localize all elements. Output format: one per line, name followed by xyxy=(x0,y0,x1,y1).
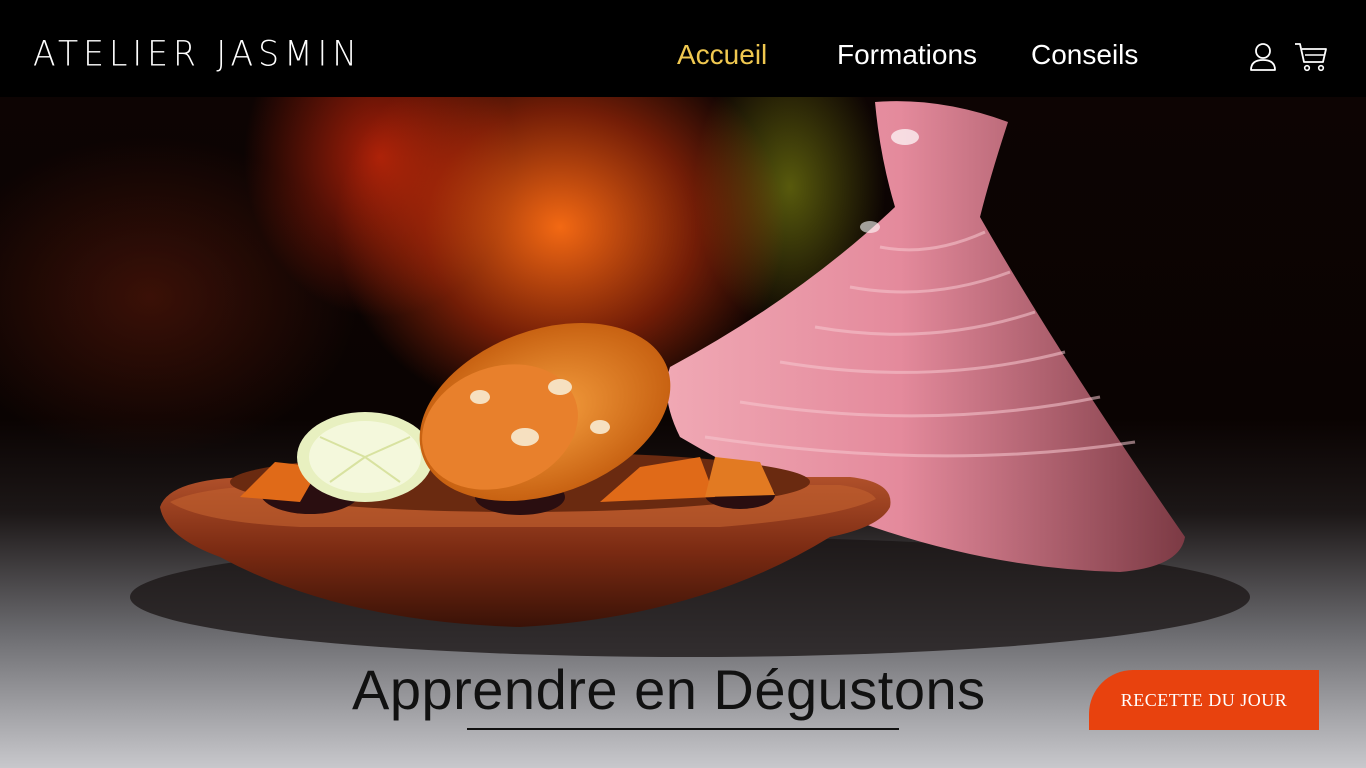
recette-du-jour-button[interactable]: RECETTE DU JOUR xyxy=(1089,670,1319,730)
hero-section: Apprendre en Dégustons RECETTE DU JOUR xyxy=(0,97,1366,768)
cart-icon[interactable] xyxy=(1293,40,1327,74)
hero-title-underline xyxy=(467,728,899,730)
hero-title: Apprendre en Dégustons xyxy=(352,658,986,721)
nav-item-formations[interactable]: Formations xyxy=(837,38,977,72)
nav-item-accueil[interactable]: Accueil xyxy=(677,38,767,72)
user-icon[interactable] xyxy=(1248,40,1282,74)
site-logo[interactable]: ATELIER JASMIN xyxy=(33,33,362,75)
nav-item-conseils[interactable]: Conseils xyxy=(1031,38,1138,72)
site-header: ATELIER JASMIN Accueil Formations Consei… xyxy=(0,0,1366,97)
